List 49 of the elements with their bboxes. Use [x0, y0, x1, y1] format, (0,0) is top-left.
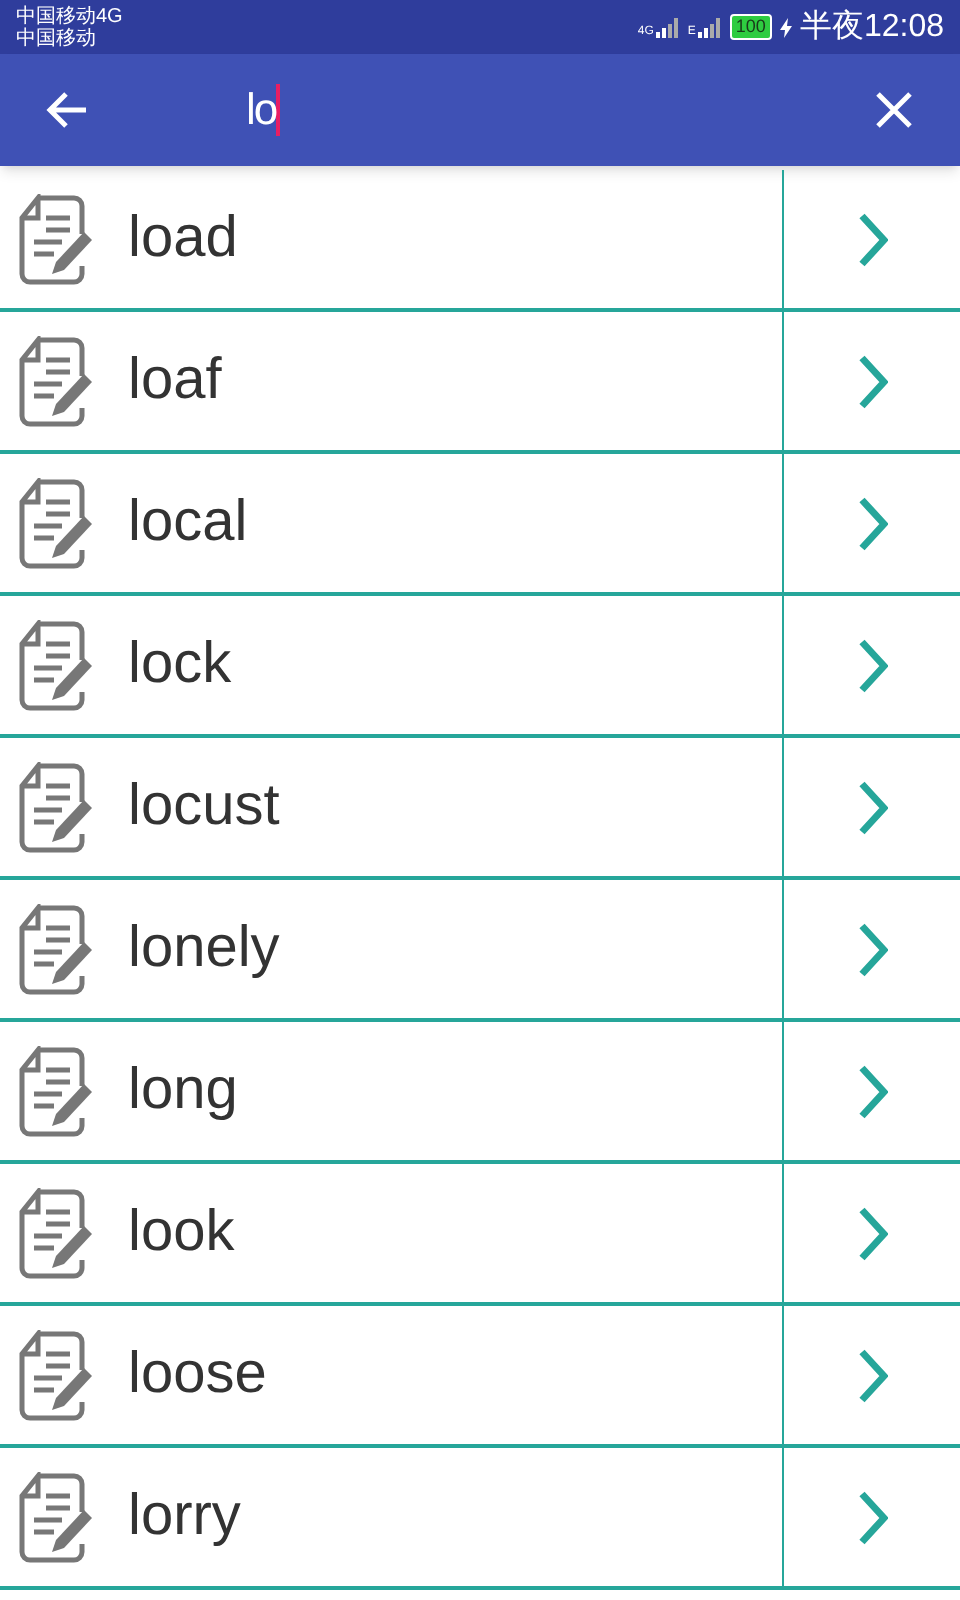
charging-icon [779, 17, 792, 37]
note-edit-icon [18, 1329, 94, 1421]
word-row[interactable]: lonely [0, 880, 784, 1018]
word-row[interactable]: locust [0, 738, 784, 876]
back-icon [44, 90, 88, 130]
word-row[interactable]: loose [0, 1306, 784, 1444]
chevron-right-icon [856, 1489, 888, 1545]
note-edit-icon [18, 193, 94, 285]
word-label: locust [128, 771, 280, 842]
chevron-right-icon [856, 779, 888, 835]
note-edit-icon [18, 477, 94, 569]
word-label: load [128, 203, 238, 274]
chevron-right-icon [856, 211, 888, 267]
chevron-right-icon [856, 1063, 888, 1119]
word-row[interactable]: load [0, 170, 784, 308]
word-row[interactable]: lock [0, 596, 784, 734]
carrier-name: 中国移动4G [16, 5, 123, 27]
clock: 半夜12:08 [799, 11, 944, 43]
battery-level: 100 [729, 14, 772, 40]
note-edit-icon [18, 761, 94, 853]
word-row[interactable]: look [0, 1164, 784, 1302]
chevron-right-icon [856, 637, 888, 693]
chevron-right-icon [856, 921, 888, 977]
signal-icon [655, 17, 680, 37]
chevron-right-icon [856, 1347, 888, 1403]
note-edit-icon [18, 1471, 94, 1563]
chevron-right-icon [856, 1205, 888, 1261]
word-label: look [128, 1197, 235, 1268]
chevron-right-icon [856, 495, 888, 551]
note-edit-icon [18, 903, 94, 995]
note-edit-icon [18, 619, 94, 711]
word-label: loaf [128, 345, 222, 416]
signal-icon [697, 17, 722, 37]
close-icon [876, 92, 912, 128]
word-row[interactable]: lorry [0, 1448, 784, 1586]
word-label: long [128, 1055, 238, 1126]
note-edit-icon [18, 1045, 94, 1137]
word-row[interactable]: local [0, 454, 784, 592]
note-edit-icon [18, 1187, 94, 1279]
word-row[interactable]: loaf [0, 312, 784, 450]
word-label: lock [128, 629, 232, 700]
chevron-right-icon [856, 353, 888, 409]
word-label: lonely [128, 913, 280, 984]
word-label: lorry [128, 1481, 241, 1552]
note-edit-icon [18, 335, 94, 427]
word-row[interactable]: long [0, 1022, 784, 1160]
word-label: local [128, 487, 248, 558]
carrier-name: 中国移动 [16, 27, 96, 49]
word-label: loose [128, 1339, 267, 1410]
